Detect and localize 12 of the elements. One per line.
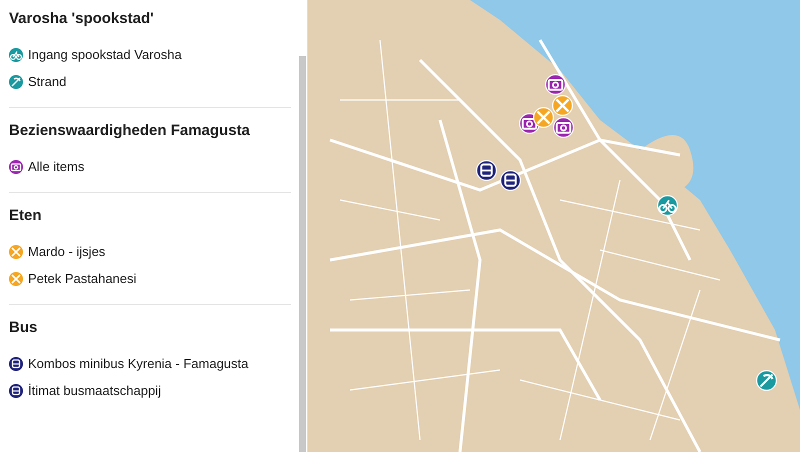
legend-item[interactable]: Strand <box>9 68 291 95</box>
legend-item[interactable]: Alle items <box>9 153 291 180</box>
section-title: Eten <box>9 207 43 224</box>
legend-item[interactable]: Kombos minibus Kyrenia - Famagusta <box>9 350 291 377</box>
section-title: Varosha 'spookstad' <box>9 10 155 27</box>
legend-item[interactable]: Ingang spookstad Varosha <box>9 41 291 68</box>
legend-item[interactable]: Petek Pastahanesi <box>9 265 291 292</box>
section-title: Bezienswaardigheden Famagusta <box>9 122 251 139</box>
scrollbar[interactable] <box>299 56 306 452</box>
section-title: Bus <box>9 319 38 336</box>
legend-item[interactable]: Mardo - ijsjes <box>9 238 291 265</box>
legend-item[interactable]: İtimat busmaatschappij <box>9 377 291 404</box>
